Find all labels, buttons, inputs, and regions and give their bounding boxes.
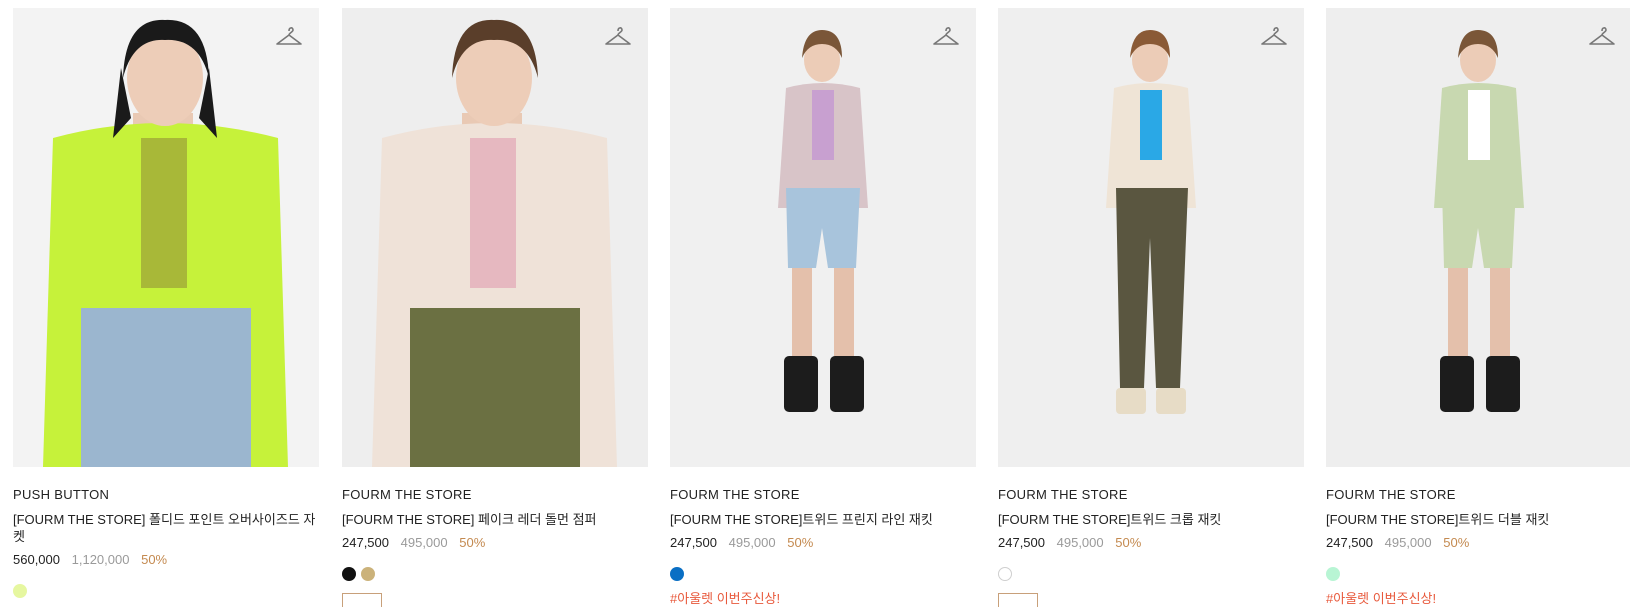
color-swatches [13,584,319,600]
hanger-icon[interactable] [932,24,960,48]
sale-price: 247,500 [1326,535,1373,550]
sale-price: 247,500 [998,535,1045,550]
original-price: 495,000 [1384,535,1432,550]
original-price: 495,000 [400,535,448,550]
product-card[interactable]: FOURM THE STORE [FOURM THE STORE]트위드 크롭 … [998,8,1304,607]
sale-price: 247,500 [670,535,717,550]
product-image[interactable] [998,8,1304,467]
product-card[interactable]: FOURM THE STORE [FOURM THE STORE] 페이크 레더… [342,8,648,607]
model-photo [13,8,319,467]
color-swatch[interactable] [998,567,1012,581]
color-swatch[interactable] [13,584,27,598]
product-name[interactable]: [FOURM THE STORE]트위드 더블 재킷 [1326,511,1630,528]
original-price: 495,000 [1056,535,1104,550]
product-name[interactable]: [FOURM THE STORE]트위드 프린지 라인 재킷 [670,511,976,528]
product-image[interactable] [342,8,648,467]
product-card[interactable]: FOURM THE STORE [FOURM THE STORE]트위드 더블 … [1326,8,1630,607]
model-bottom [410,308,580,467]
price-row: 247,500 495,000 50% [342,534,648,551]
color-swatch[interactable] [1326,567,1340,581]
brand-name[interactable]: FOURM THE STORE [342,487,648,503]
model-inner-top [470,138,516,288]
sale-price: 247,500 [342,535,389,550]
model-boot-right [830,356,864,412]
product-image[interactable] [670,8,976,467]
model-leg-left [1448,268,1468,368]
discount-rate: 50% [1115,535,1142,550]
product-grid: PUSH BUTTON [FOURM THE STORE] 폴디드 포인트 오버… [0,0,1630,607]
color-swatches [670,567,976,583]
model-inner-top [141,138,187,288]
price-row: 560,000 1,120,000 50% [13,551,319,568]
model-inner-top [1468,90,1490,160]
model-photo [342,8,648,467]
model-inner-top [1140,90,1162,160]
model-boot-right [1156,388,1186,414]
price-row: 247,500 495,000 50% [998,534,1304,551]
model-photo [670,8,976,467]
product-card[interactable]: FOURM THE STORE [FOURM THE STORE]트위드 프린지… [670,8,976,607]
hanger-icon[interactable] [604,24,632,48]
original-price: 1,120,000 [71,552,130,567]
brand-name[interactable]: PUSH BUTTON [13,487,319,503]
hanger-icon[interactable] [275,24,303,48]
product-image[interactable] [1326,8,1630,467]
product-name[interactable]: [FOURM THE STORE] 페이크 레더 돌먼 점퍼 [342,511,648,528]
product-name[interactable]: [FOURM THE STORE]트위드 크롭 재킷 [998,511,1304,528]
brand-name[interactable]: FOURM THE STORE [998,487,1304,503]
model-leg-right [834,268,854,368]
sale-price: 560,000 [13,552,60,567]
label-badge [998,593,1038,607]
model-boot-left [1440,356,1474,412]
brand-name[interactable]: FOURM THE STORE [1326,487,1630,503]
discount-rate: 50% [787,535,814,550]
model-boot-right [1486,356,1520,412]
product-image[interactable] [13,8,319,467]
color-swatch[interactable] [342,567,356,581]
hanger-icon[interactable] [1260,24,1288,48]
product-name[interactable]: [FOURM THE STORE] 폴디드 포인트 오버사이즈드 자켓 [13,511,319,545]
promo-hashtag[interactable]: #아울렛 이번주신상! [1326,591,1630,607]
discount-rate: 50% [1443,535,1470,550]
model-boot-left [784,356,818,412]
model-boot-left [1116,388,1146,414]
color-swatch[interactable] [361,567,375,581]
original-price: 495,000 [728,535,776,550]
hanger-icon[interactable] [1588,24,1616,48]
brand-name[interactable]: FOURM THE STORE [670,487,976,503]
color-swatch[interactable] [670,567,684,581]
price-row: 247,500 495,000 50% [1326,534,1630,551]
model-inner-top [812,90,834,160]
color-swatches [342,567,648,583]
promo-hashtag[interactable]: #아울렛 이번주신상! [670,591,976,607]
model-leg-left [792,268,812,368]
model-photo [998,8,1304,467]
discount-rate: 50% [459,535,486,550]
model-photo [1326,8,1630,467]
price-row: 247,500 495,000 50% [670,534,976,551]
label-badge [342,593,382,607]
product-card[interactable]: PUSH BUTTON [FOURM THE STORE] 폴디드 포인트 오버… [13,8,319,600]
color-swatches [1326,567,1630,583]
model-bottom [81,308,251,467]
model-leg-right [1490,268,1510,368]
discount-rate: 50% [141,552,168,567]
color-swatches [998,567,1304,583]
